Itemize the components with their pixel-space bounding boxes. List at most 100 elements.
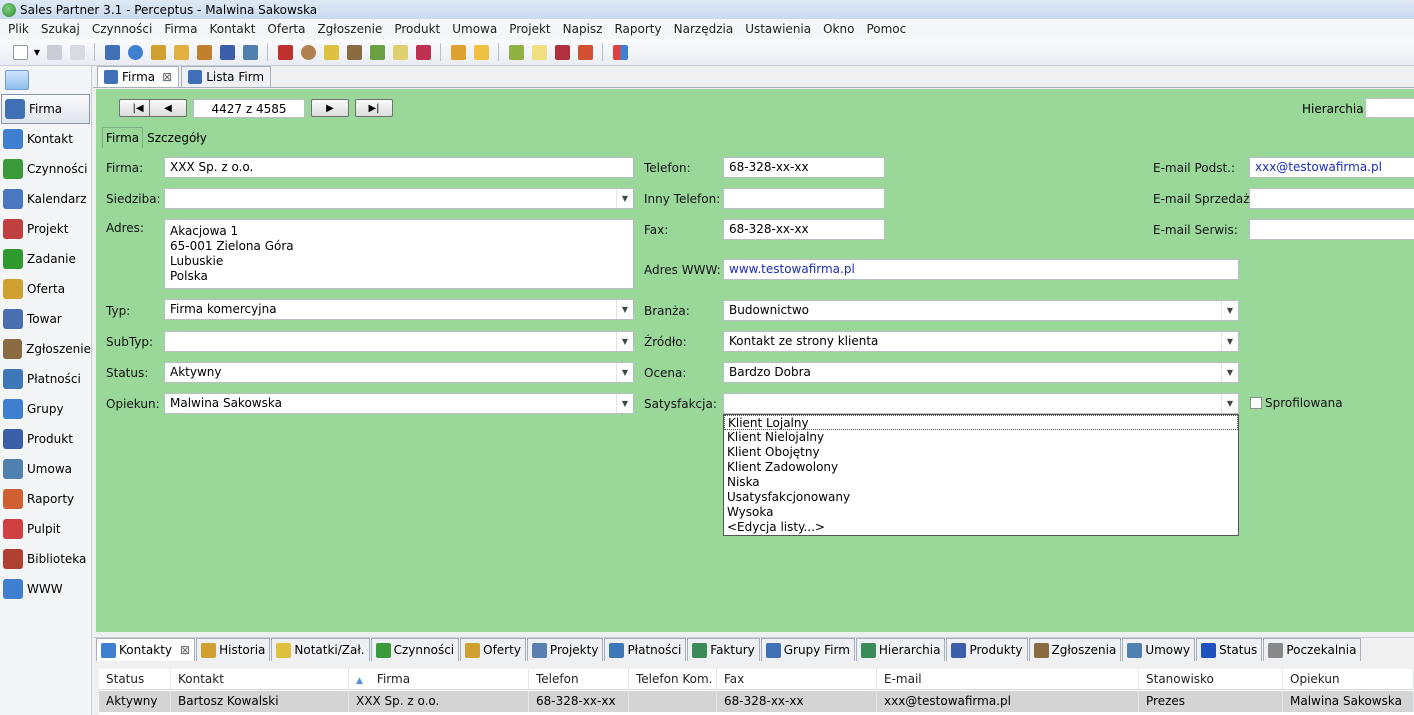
close-icon[interactable]: ⊠ <box>180 643 190 657</box>
menu-item-11[interactable]: Raporty <box>608 22 667 36</box>
tab-projekty[interactable]: Projekty <box>526 638 604 661</box>
tab-zgłoszenia[interactable]: Zgłoszenia <box>1028 638 1122 661</box>
tab-czynności[interactable]: Czynności <box>370 638 460 661</box>
table-row[interactable]: Aktywny Bartosz Kowalski XXX Sp. z o.o. 68-… <box>99 691 1414 712</box>
subtab-firma[interactable]: Firma <box>102 127 144 148</box>
sidebar-item-raporty[interactable]: Raporty <box>0 484 91 514</box>
document-icon[interactable] <box>529 42 549 62</box>
tab-kontakty[interactable]: Kontakty ⊠ <box>96 638 196 661</box>
subtyp-combo[interactable]: ▼ <box>164 331 634 352</box>
telefon-input[interactable]: 68-328-xx-xx <box>723 157 885 178</box>
print-icon[interactable] <box>67 42 87 62</box>
menu-item-9[interactable]: Projekt <box>503 22 556 36</box>
dropdown-option[interactable]: Klient Lojalny <box>724 415 1238 430</box>
sidebar-item-czynności[interactable]: Czynności <box>0 154 91 184</box>
chevron-down-icon[interactable]: ▼ <box>1221 301 1238 320</box>
column-header[interactable]: Kontakt <box>171 669 349 690</box>
menu-item-14[interactable]: Okno <box>817 22 860 36</box>
tab-status[interactable]: Status <box>1196 638 1263 661</box>
prev-record-button[interactable]: ◀ <box>149 99 187 117</box>
chevron-down-icon[interactable]: ▼ <box>616 332 633 351</box>
tab-płatności[interactable]: Płatności <box>604 638 687 661</box>
email-sprzedaz-input[interactable] <box>1249 188 1414 209</box>
dropdown-option[interactable]: Niska <box>724 475 1238 490</box>
inny-telefon-input[interactable] <box>723 188 885 209</box>
tab-produkty[interactable]: Produkty <box>946 638 1028 661</box>
email-podst-input[interactable]: xxx@testowafirma.pl <box>1249 157 1414 178</box>
menu-item-6[interactable]: Zgłoszenie <box>311 22 388 36</box>
ocena-combo[interactable]: Bardzo Dobra ▼ <box>723 362 1239 383</box>
tab-lista-firm[interactable]: Lista Firm <box>181 66 272 87</box>
save-icon[interactable] <box>44 42 64 62</box>
column-header[interactable]: E-mail <box>877 669 1139 690</box>
sidebar-item-kontakt[interactable]: Kontakt <box>0 124 91 154</box>
sidebar-item-oferta[interactable]: Oferta <box>0 274 91 304</box>
menu-item-3[interactable]: Firma <box>158 22 203 36</box>
satysfakcja-combo[interactable]: ▼ <box>723 393 1239 414</box>
tab-faktury[interactable]: Faktury <box>687 638 760 661</box>
fax-icon[interactable] <box>413 42 433 62</box>
tab-oferty[interactable]: Oferty <box>460 638 526 661</box>
tab-hierarchia[interactable]: Hierarchia <box>855 638 946 661</box>
money-icon[interactable] <box>506 42 526 62</box>
sprofilowana-checkbox[interactable] <box>1250 397 1262 409</box>
offer-icon[interactable] <box>148 42 168 62</box>
product-icon[interactable] <box>217 42 237 62</box>
sidebar-item-płatności[interactable]: Płatności <box>0 364 91 394</box>
fax-input[interactable]: 68-328-xx-xx <box>723 219 885 240</box>
sidebar-item-grupy[interactable]: Grupy <box>0 394 91 424</box>
tab-umowy[interactable]: Umowy <box>1122 638 1196 661</box>
chevron-down-icon[interactable]: ▼ <box>616 189 633 208</box>
contacts-group-icon[interactable] <box>194 42 214 62</box>
phone-icon[interactable] <box>275 42 295 62</box>
sidebar-item-projekt[interactable]: Projekt <box>0 214 91 244</box>
chevron-down-icon[interactable]: ▼ <box>616 394 633 413</box>
sidebar-item-towar[interactable]: Towar <box>0 304 91 334</box>
dropdown-option[interactable]: Klient Nielojalny <box>724 430 1238 445</box>
tools-icon[interactable] <box>344 42 364 62</box>
dropdown-option[interactable]: Wysoka <box>724 505 1238 520</box>
email-icon[interactable] <box>367 42 387 62</box>
typ-combo[interactable]: Firma komercyjna ▼ <box>164 299 634 320</box>
next-record-button[interactable]: ▶ <box>311 99 349 117</box>
tab-firma[interactable]: Firma ⊠ <box>97 66 180 87</box>
email-serwis-input[interactable] <box>1249 219 1414 240</box>
sidebar-item-pulpit[interactable]: Pulpit <box>0 514 91 544</box>
company-icon[interactable] <box>102 42 122 62</box>
sidebar-item-firma[interactable]: Firma <box>1 94 90 124</box>
sidebar-item-umowa[interactable]: Umowa <box>0 454 91 484</box>
column-header[interactable]: Opiekun <box>1283 669 1414 690</box>
sidebar-item-zgłoszenie[interactable]: Zgłoszenie <box>0 334 91 364</box>
chevron-down-icon[interactable]: ▼ <box>1221 394 1238 413</box>
column-header[interactable]: Telefon <box>529 669 629 690</box>
menu-item-2[interactable]: Czynności <box>86 22 159 36</box>
sidebar-item-www[interactable]: WWW <box>0 574 91 604</box>
close-icon[interactable]: ⊠ <box>162 70 172 84</box>
dropdown-option[interactable]: <Edycja listy...> <box>724 520 1238 535</box>
subtab-szczegoly[interactable]: Szczegóły <box>143 127 211 148</box>
tab-notatki-zał-[interactable]: Notatki/Zał. <box>271 638 370 661</box>
column-header[interactable]: Stanowisko <box>1139 669 1283 690</box>
menu-item-0[interactable]: Plik <box>2 22 35 36</box>
dropdown-arrow-icon[interactable]: ▼ <box>33 42 41 62</box>
menu-item-5[interactable]: Oferta <box>261 22 311 36</box>
dropdown-option[interactable]: Usatysfakcjonowany <box>724 490 1238 505</box>
menu-item-15[interactable]: Pomoc <box>860 22 912 36</box>
menu-item-8[interactable]: Umowa <box>446 22 503 36</box>
folder-icon[interactable] <box>448 42 468 62</box>
zrodlo-combo[interactable]: Kontakt ze strony klienta ▼ <box>723 331 1239 352</box>
opiekun-combo[interactable]: Malwina Sakowska ▼ <box>164 393 634 414</box>
mail-icon[interactable] <box>390 42 410 62</box>
gear-icon[interactable] <box>298 42 318 62</box>
report-icon[interactable] <box>471 42 491 62</box>
last-record-button[interactable]: ▶| <box>355 99 393 117</box>
menu-item-7[interactable]: Produkt <box>388 22 446 36</box>
menu-item-13[interactable]: Ustawienia <box>739 22 817 36</box>
tab-poczekalnia[interactable]: Poczekalnia <box>1263 638 1362 661</box>
windows-icon[interactable] <box>610 42 630 62</box>
printer-icon[interactable] <box>552 42 572 62</box>
hierarchy-input[interactable] <box>1365 98 1414 118</box>
menu-item-4[interactable]: Kontakt <box>203 22 261 36</box>
menu-item-1[interactable]: Szukaj <box>35 22 86 36</box>
www-input[interactable]: www.testowafirma.pl <box>723 259 1239 280</box>
